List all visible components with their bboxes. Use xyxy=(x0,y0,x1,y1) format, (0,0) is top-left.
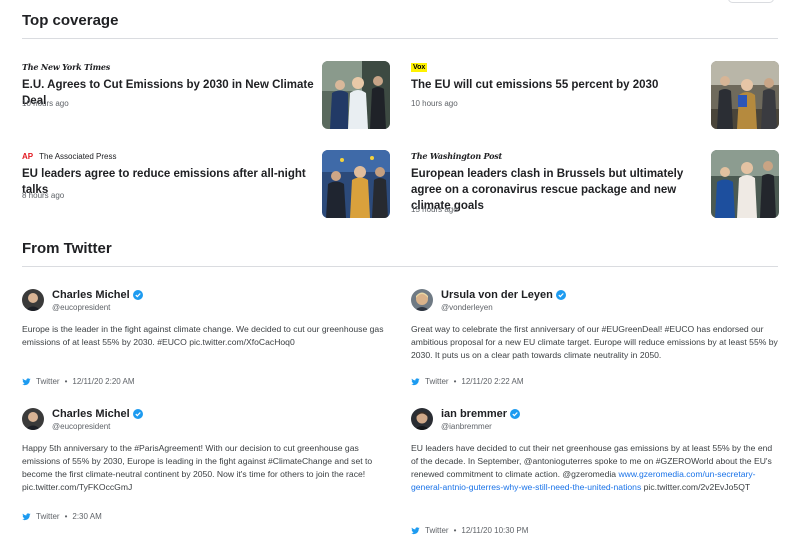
story-time: 15 hours ago xyxy=(411,205,458,214)
story-thumbnail[interactable] xyxy=(711,61,779,129)
avatar[interactable] xyxy=(22,408,44,430)
tweet-timestamp[interactable]: 12/11/20 10:30 PM xyxy=(461,526,528,535)
source-logo-vox: Vox xyxy=(411,62,428,72)
twitter-bird-icon xyxy=(22,377,31,385)
twitter-bird-icon xyxy=(22,512,31,520)
tweet-pic-link[interactable]: pic.twitter.com/2v2EvJo5QT xyxy=(644,482,751,492)
tweet-text: Happy 5th anniversary to the #ParisAgree… xyxy=(22,442,390,494)
story-thumbnail[interactable] xyxy=(322,61,390,129)
separator-dot: • xyxy=(64,512,68,521)
twitter-bird-icon xyxy=(411,377,420,385)
tweet-text: Europe is the leader in the fight agains… xyxy=(22,323,390,349)
story-card[interactable]: The New York Times E.U. Agrees to Cut Em… xyxy=(22,61,390,133)
tweet-meta: Twitter • 2:30 AM xyxy=(22,512,102,521)
twitter-bird-icon xyxy=(411,526,420,534)
tweet-meta: Twitter • 12/11/20 2:22 AM xyxy=(411,377,524,386)
tweet-text-content: Great way to celebrate the first anniver… xyxy=(411,324,778,360)
section-title-top-coverage: Top coverage xyxy=(22,12,119,29)
avatar[interactable] xyxy=(22,289,44,311)
story-time: 8 hours ago xyxy=(22,191,65,200)
author-name: Ursula von der Leyen xyxy=(441,289,553,301)
story-card[interactable]: AP The Associated Press EU leaders agree… xyxy=(22,150,390,222)
author-name: Charles Michel xyxy=(52,289,130,301)
story-card[interactable]: The Washington Post European leaders cla… xyxy=(411,150,779,222)
story-time: 10 hours ago xyxy=(22,99,69,108)
tweet-meta: Twitter • 12/11/20 10:30 PM xyxy=(411,526,528,535)
source-logo-ap: AP xyxy=(22,151,34,161)
avatar[interactable] xyxy=(411,289,433,311)
tweet-author[interactable]: ian bremmer xyxy=(441,408,521,420)
tweet-timestamp[interactable]: 12/11/20 2:22 AM xyxy=(461,377,523,386)
author-name: Charles Michel xyxy=(52,408,130,420)
story-thumbnail[interactable] xyxy=(322,150,390,218)
story-thumbnail[interactable] xyxy=(711,150,779,218)
source-name: The Associated Press xyxy=(39,151,117,161)
tweet-pic-link[interactable]: pic.twitter.com/XfoCacHoq0 xyxy=(189,337,295,347)
author-name: ian bremmer xyxy=(441,408,508,420)
verified-badge-icon xyxy=(510,409,521,419)
source-logo-washington-post: The Washington Post xyxy=(411,151,503,161)
tweet-handle[interactable]: @ianbremmer xyxy=(441,422,492,431)
tweet-platform: Twitter xyxy=(36,512,60,521)
verified-badge-icon xyxy=(555,290,566,300)
story-time: 10 hours ago xyxy=(411,99,458,108)
section-title-from-twitter: From Twitter xyxy=(22,240,112,257)
tweet-handle[interactable]: @eucopresident xyxy=(52,303,110,312)
divider xyxy=(22,266,778,267)
story-headline[interactable]: EU leaders agree to reduce emissions aft… xyxy=(22,166,317,198)
story-card[interactable]: Vox The EU will cut emissions 55 percent… xyxy=(411,61,779,133)
tweet-timestamp[interactable]: 12/11/20 2:20 AM xyxy=(72,377,134,386)
tweet-author[interactable]: Ursula von der Leyen xyxy=(441,289,566,301)
separator-dot: • xyxy=(453,526,457,535)
tweet-author[interactable]: Charles Michel xyxy=(52,289,143,301)
separator-dot: • xyxy=(64,377,68,386)
tweet-handle[interactable]: @eucopresident xyxy=(52,422,110,431)
tweet-author[interactable]: Charles Michel xyxy=(52,408,143,420)
tweet-meta: Twitter • 12/11/20 2:20 AM xyxy=(22,377,135,386)
verified-badge-icon xyxy=(132,409,143,419)
verified-badge-icon xyxy=(132,290,143,300)
tweet-timestamp[interactable]: 2:30 AM xyxy=(72,512,101,521)
source-logo-nyt: The New York Times xyxy=(22,62,111,72)
tweet-platform: Twitter xyxy=(425,377,449,386)
tweet-text: EU leaders have decided to cut their net… xyxy=(411,442,779,494)
avatar[interactable] xyxy=(411,408,433,430)
tweet-text-content: Happy 5th anniversary to the #ParisAgree… xyxy=(22,443,373,492)
divider xyxy=(22,38,778,39)
separator-dot: • xyxy=(453,377,457,386)
story-headline[interactable]: The EU will cut emissions 55 percent by … xyxy=(411,77,706,93)
top-edge-control[interactable] xyxy=(728,0,774,3)
tweet-platform: Twitter xyxy=(36,377,60,386)
tweet-text: Great way to celebrate the first anniver… xyxy=(411,323,779,362)
tweet-platform: Twitter xyxy=(425,526,449,535)
tweet-handle[interactable]: @vonderleyen xyxy=(441,303,493,312)
